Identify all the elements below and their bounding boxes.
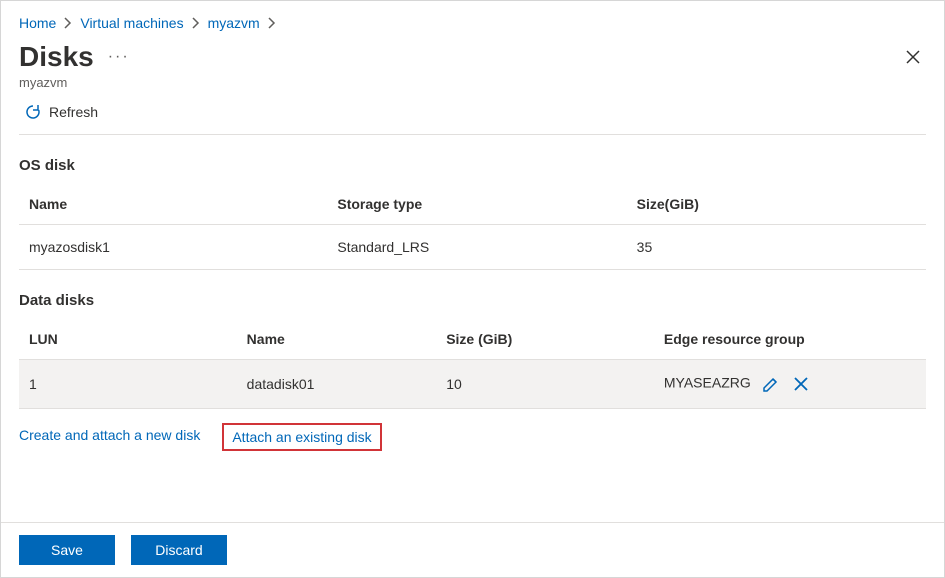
os-disk-storage-type: Standard_LRS bbox=[327, 225, 626, 270]
table-row[interactable]: myazosdisk1 Standard_LRS 35 bbox=[19, 225, 926, 270]
data-disk-lun: 1 bbox=[19, 360, 237, 409]
chevron-right-icon bbox=[192, 17, 200, 29]
data-disk-name: datadisk01 bbox=[237, 360, 437, 409]
os-disk-name: myazosdisk1 bbox=[19, 225, 327, 270]
col-storage-type: Storage type bbox=[327, 184, 626, 225]
refresh-button[interactable]: Refresh bbox=[25, 104, 98, 120]
close-icon[interactable] bbox=[904, 48, 922, 66]
breadcrumb: Home Virtual machines myazvm bbox=[19, 15, 926, 31]
table-row[interactable]: 1 datadisk01 10 MYASEAZRG bbox=[19, 360, 926, 409]
os-disk-table: Name Storage type Size(GiB) myazosdisk1 … bbox=[19, 184, 926, 270]
os-disk-header: OS disk bbox=[19, 157, 926, 174]
col-lun: LUN bbox=[19, 319, 237, 360]
data-disks-table: LUN Name Size (GiB) Edge resource group … bbox=[19, 319, 926, 409]
discard-button[interactable]: Discard bbox=[131, 535, 227, 565]
col-size: Size (GiB) bbox=[436, 319, 654, 360]
col-name: Name bbox=[19, 184, 327, 225]
os-disk-size: 35 bbox=[627, 225, 926, 270]
col-name: Name bbox=[237, 319, 437, 360]
save-button[interactable]: Save bbox=[19, 535, 115, 565]
breadcrumb-virtual-machines[interactable]: Virtual machines bbox=[80, 15, 183, 31]
footer: Save Discard bbox=[1, 522, 944, 577]
page-title: Disks bbox=[19, 41, 94, 73]
page-subtitle: myazvm bbox=[19, 75, 926, 90]
refresh-icon bbox=[25, 104, 41, 120]
chevron-right-icon bbox=[268, 17, 276, 29]
data-disk-size: 10 bbox=[436, 360, 654, 409]
edit-icon[interactable] bbox=[761, 374, 781, 394]
attach-existing-disk-link[interactable]: Attach an existing disk bbox=[232, 429, 371, 445]
data-disks-header: Data disks bbox=[19, 292, 926, 309]
col-size: Size(GiB) bbox=[627, 184, 926, 225]
data-disk-rg: MYASEAZRG bbox=[664, 375, 751, 391]
chevron-right-icon bbox=[64, 17, 72, 29]
refresh-label: Refresh bbox=[49, 104, 98, 120]
title-more-menu[interactable]: ··· bbox=[108, 48, 130, 66]
col-edge-rg: Edge resource group bbox=[654, 319, 926, 360]
breadcrumb-vm-name[interactable]: myazvm bbox=[208, 15, 260, 31]
delete-icon[interactable] bbox=[791, 374, 811, 394]
create-attach-new-disk-link[interactable]: Create and attach a new disk bbox=[19, 427, 200, 447]
highlight-attach-existing: Attach an existing disk bbox=[222, 423, 381, 451]
breadcrumb-home[interactable]: Home bbox=[19, 15, 56, 31]
